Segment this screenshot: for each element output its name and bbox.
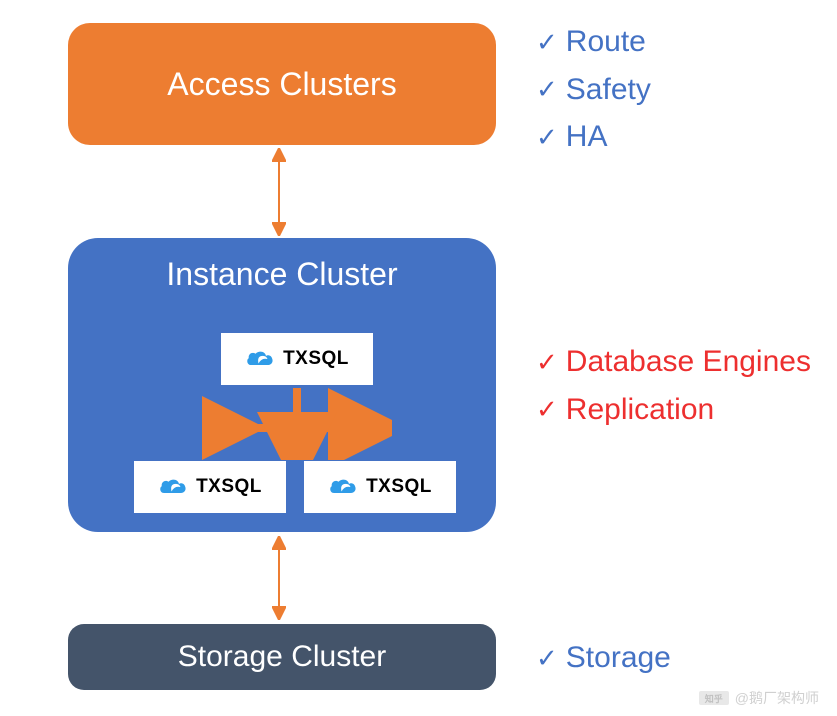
feature-label: Replication [566, 388, 714, 432]
storage-cluster-box: Storage Cluster [68, 624, 496, 690]
txsql-badge-replica-1: TXSQL [134, 461, 286, 513]
feature-item: ✓ Replication [536, 388, 811, 432]
features-storage-list: ✓ Storage [536, 636, 671, 684]
arrow-access-to-instance [278, 148, 280, 236]
txsql-label: TXSQL [366, 476, 432, 498]
feature-label: Safety [566, 68, 651, 112]
check-icon: ✓ [536, 29, 558, 55]
storage-cluster-title: Storage Cluster [178, 640, 386, 674]
features-instance-list: ✓ Database Engines ✓ Replication [536, 340, 811, 435]
feature-item: ✓ HA [536, 115, 651, 159]
feature-item: ✓ Route [536, 20, 651, 64]
diagram-root: Access Clusters Instance Cluster [0, 0, 837, 716]
watermark-text: @鹅厂架构师 [735, 688, 819, 708]
txsql-badge-replica-2: TXSQL [304, 461, 456, 513]
check-icon: ✓ [536, 349, 558, 375]
feature-item: ✓ Database Engines [536, 340, 811, 384]
feature-label: Storage [566, 636, 671, 680]
feature-label: Route [566, 20, 646, 64]
zhihu-logo-icon: 知乎 [699, 691, 729, 705]
access-clusters-box: Access Clusters [68, 23, 496, 145]
features-access-list: ✓ Route ✓ Safety ✓ HA [536, 20, 651, 163]
arrow-instance-to-storage [278, 536, 280, 620]
replication-arrows [202, 388, 392, 460]
txsql-badge-primary: TXSQL [221, 333, 373, 385]
access-clusters-title: Access Clusters [167, 66, 396, 103]
instance-cluster-title: Instance Cluster [68, 256, 496, 293]
watermark: 知乎 @鹅厂架构师 [699, 688, 819, 708]
feature-item: ✓ Storage [536, 636, 671, 680]
check-icon: ✓ [536, 645, 558, 671]
cloud-icon [328, 476, 358, 498]
check-icon: ✓ [536, 396, 558, 422]
cloud-icon [245, 348, 275, 370]
txsql-label: TXSQL [283, 348, 349, 370]
feature-label: Database Engines [566, 340, 811, 384]
cloud-icon [158, 476, 188, 498]
check-icon: ✓ [536, 124, 558, 150]
txsql-label: TXSQL [196, 476, 262, 498]
feature-label: HA [566, 115, 608, 159]
feature-item: ✓ Safety [536, 68, 651, 112]
check-icon: ✓ [536, 76, 558, 102]
